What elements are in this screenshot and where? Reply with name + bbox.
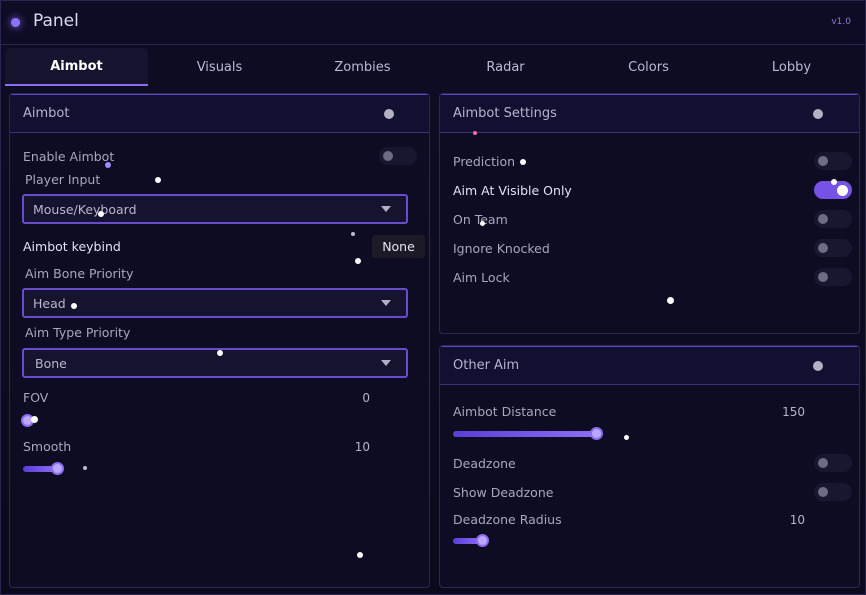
tab-zombies[interactable]: Zombies: [291, 48, 434, 86]
smooth-slider[interactable]: [23, 462, 368, 475]
panel-status-dot-icon: [384, 109, 394, 119]
chevron-down-icon: [381, 300, 391, 306]
aimbot-panel: Aimbot Enable Aimbot Player Input Mouse/…: [9, 93, 430, 588]
enable-aimbot-toggle[interactable]: [379, 147, 417, 165]
app-title: Panel: [33, 11, 79, 31]
enable-aimbot-label: Enable Aimbot: [23, 149, 115, 164]
star-particle: [155, 177, 161, 183]
star-particle: [831, 179, 837, 185]
star-particle: [520, 159, 526, 165]
aimbot-settings-panel: Aimbot Settings Prediction Aim At Visibl…: [439, 93, 860, 334]
type-priority-dropdown[interactable]: Bone: [22, 348, 408, 378]
toggle-knob: [383, 151, 393, 161]
show-deadzone-toggle[interactable]: [814, 483, 852, 501]
distance-value: 150: [782, 405, 805, 419]
aimbot-panel-title: Aimbot: [23, 106, 70, 121]
tab-colors[interactable]: Colors: [577, 48, 720, 86]
bone-priority-value: Head: [33, 296, 66, 311]
smooth-slider-thumb[interactable]: [51, 462, 64, 475]
tab-lobby[interactable]: Lobby: [720, 48, 863, 86]
player-input-dropdown[interactable]: Mouse/Keyboard: [22, 194, 408, 224]
panel-status-dot-icon: [813, 109, 823, 119]
toggle-knob: [837, 184, 848, 196]
toggle-knob: [818, 156, 828, 166]
keybind-label: Aimbot keybind: [23, 239, 121, 254]
fov-slider[interactable]: [21, 414, 368, 427]
deadzone-radius-label: Deadzone Radius: [453, 512, 562, 527]
chevron-down-icon: [381, 206, 391, 212]
tab-radar[interactable]: Radar: [434, 48, 577, 86]
aim-lock-toggle[interactable]: [814, 268, 852, 286]
player-input-value: Mouse/Keyboard: [33, 202, 137, 217]
star-particle: [351, 232, 355, 236]
ignore-knocked-label: Ignore Knocked: [453, 241, 550, 256]
star-particle: [624, 435, 629, 440]
star-particle: [480, 221, 485, 226]
other-panel-header: Other Aim: [440, 346, 859, 385]
settings-panel-title: Aimbot Settings: [453, 106, 557, 121]
title-bar: Panel v1.0: [1, 1, 866, 45]
panel-status-dot-icon: [813, 361, 823, 371]
chevron-down-icon: [381, 360, 391, 366]
app-window: Panel v1.0 Aimbot Visuals Zombies Radar …: [0, 0, 866, 595]
fov-value: 0: [362, 391, 370, 405]
star-particle: [98, 211, 104, 217]
show-deadzone-label: Show Deadzone: [453, 485, 554, 500]
tab-visuals[interactable]: Visuals: [148, 48, 291, 86]
other-aim-panel: Other Aim Aimbot Distance 150 Deadzone S…: [439, 345, 860, 588]
fov-label: FOV: [23, 390, 49, 405]
toggle-knob: [818, 272, 828, 282]
star-particle: [355, 258, 361, 264]
star-particle: [217, 350, 223, 356]
prediction-label: Prediction: [453, 154, 516, 169]
smooth-label: Smooth: [23, 439, 72, 454]
tab-aimbot[interactable]: Aimbot: [5, 48, 148, 86]
aim-lock-label: Aim Lock: [453, 270, 510, 285]
deadzone-radius-value: 10: [789, 513, 805, 527]
version-label: v1.0: [831, 17, 851, 27]
star-particle: [105, 162, 111, 168]
deadzone-toggle[interactable]: [814, 454, 852, 472]
toggle-knob: [818, 243, 828, 253]
on-team-toggle[interactable]: [814, 210, 852, 228]
distance-slider-fill: [453, 431, 597, 437]
star-particle: [71, 303, 77, 309]
visible-only-label: Aim At Visible Only: [453, 183, 572, 198]
bone-priority-dropdown[interactable]: Head: [22, 288, 408, 318]
star-particle: [667, 297, 674, 304]
settings-panel-header: Aimbot Settings: [440, 94, 859, 133]
star-particle: [357, 552, 363, 558]
star-particle: [31, 416, 38, 423]
keybind-button[interactable]: None: [372, 235, 425, 258]
toggle-knob: [818, 487, 828, 497]
deadzone-label: Deadzone: [453, 456, 516, 471]
type-priority-value: Bone: [35, 356, 67, 371]
type-priority-label: Aim Type Priority: [25, 325, 131, 340]
distance-slider-thumb[interactable]: [590, 427, 603, 440]
distance-slider[interactable]: [453, 427, 813, 440]
toggle-knob: [818, 458, 828, 468]
other-panel-title: Other Aim: [453, 358, 520, 373]
aimbot-panel-header: Aimbot: [10, 94, 429, 133]
ignore-knocked-toggle[interactable]: [814, 239, 852, 257]
logo-dot-icon: [11, 18, 20, 27]
deadzone-radius-slider[interactable]: [453, 534, 753, 547]
tab-bar: Aimbot Visuals Zombies Radar Colors Lobb…: [5, 48, 863, 86]
deadzone-radius-slider-thumb[interactable]: [476, 534, 489, 547]
distance-label: Aimbot Distance: [453, 404, 557, 419]
prediction-toggle[interactable]: [814, 152, 852, 170]
star-particle: [83, 466, 87, 470]
player-input-label: Player Input: [25, 172, 101, 187]
star-particle: [473, 131, 477, 135]
bone-priority-label: Aim Bone Priority: [25, 266, 134, 281]
smooth-value: 10: [354, 440, 370, 454]
toggle-knob: [818, 214, 828, 224]
